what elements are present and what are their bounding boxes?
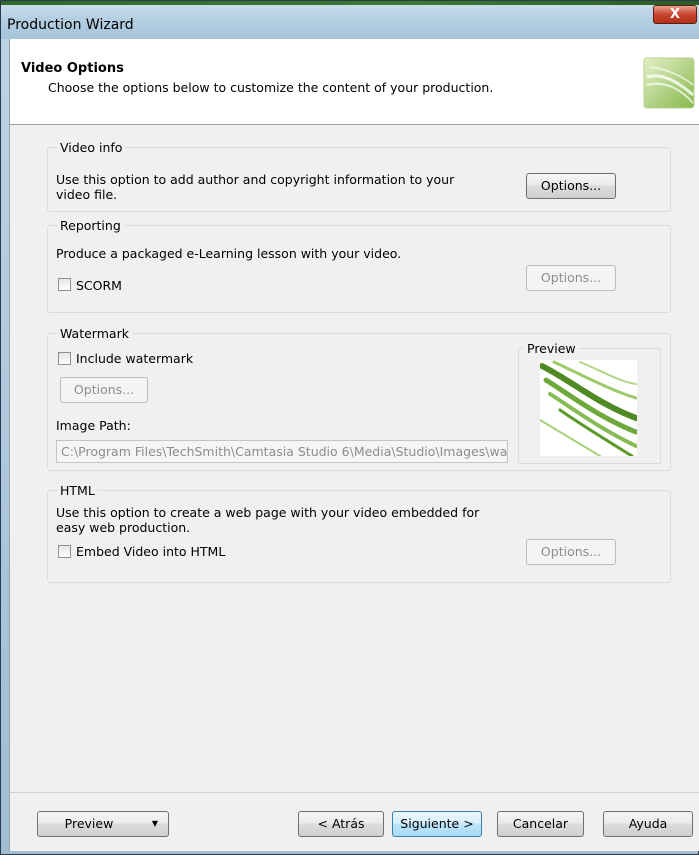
html-description-line2: easy web production. bbox=[56, 520, 191, 535]
window-title: Production Wizard bbox=[7, 17, 134, 33]
embed-video-label[interactable]: Embed Video into HTML bbox=[76, 544, 225, 559]
html-group bbox=[47, 490, 671, 583]
cancel-button[interactable]: Cancelar bbox=[497, 811, 584, 837]
include-watermark-checkbox[interactable] bbox=[58, 352, 71, 365]
next-button[interactable]: Siguiente > bbox=[392, 811, 482, 837]
html-options-button[interactable]: Options... bbox=[526, 539, 616, 565]
title-bar[interactable]: Production Wizard X bbox=[1, 1, 699, 39]
video-info-description-line1: Use this option to add author and copyri… bbox=[56, 172, 455, 187]
close-button[interactable]: X bbox=[653, 5, 697, 24]
camtasia-logo-icon bbox=[643, 57, 695, 109]
help-button[interactable]: Ayuda bbox=[603, 811, 693, 837]
embed-video-checkbox[interactable] bbox=[58, 545, 71, 558]
page-title: Video Options bbox=[21, 61, 124, 76]
preview-button-label: Preview bbox=[64, 816, 114, 831]
production-wizard-window: Production Wizard X Video Options Choose… bbox=[0, 0, 699, 855]
scorm-label[interactable]: SCORM bbox=[76, 278, 122, 293]
video-info-options-button[interactable]: Options... bbox=[526, 173, 616, 199]
video-info-description-line2: video file. bbox=[56, 187, 118, 202]
wizard-client-area: Video Options Choose the options below t… bbox=[9, 39, 699, 851]
back-button[interactable]: < Atrás bbox=[298, 811, 384, 837]
reporting-label: Reporting bbox=[57, 218, 124, 233]
watermark-options-button[interactable]: Options... bbox=[60, 377, 148, 403]
watermark-preview-label: Preview bbox=[524, 341, 579, 356]
preview-dropdown-button[interactable]: Preview ▼ bbox=[37, 811, 169, 837]
watermark-preview-image bbox=[540, 360, 637, 456]
watermark-label: Watermark bbox=[57, 326, 132, 341]
wizard-header: Video Options Choose the options below t… bbox=[10, 39, 699, 125]
include-watermark-label[interactable]: Include watermark bbox=[76, 351, 193, 366]
reporting-description: Produce a packaged e-Learning lesson wit… bbox=[56, 246, 402, 261]
image-path-label: Image Path: bbox=[56, 418, 131, 433]
reporting-options-button[interactable]: Options... bbox=[526, 265, 616, 291]
scorm-checkbox[interactable] bbox=[58, 278, 71, 291]
html-description-line1: Use this option to create a web page wit… bbox=[56, 505, 480, 520]
video-info-label: Video info bbox=[57, 140, 126, 155]
html-label: HTML bbox=[57, 483, 98, 498]
chevron-down-icon: ▼ bbox=[151, 819, 158, 828]
image-path-field[interactable]: C:\Program Files\TechSmith\Camtasia Stud… bbox=[56, 440, 508, 463]
page-subtitle: Choose the options below to customize th… bbox=[48, 80, 494, 95]
footer-separator bbox=[10, 792, 699, 793]
